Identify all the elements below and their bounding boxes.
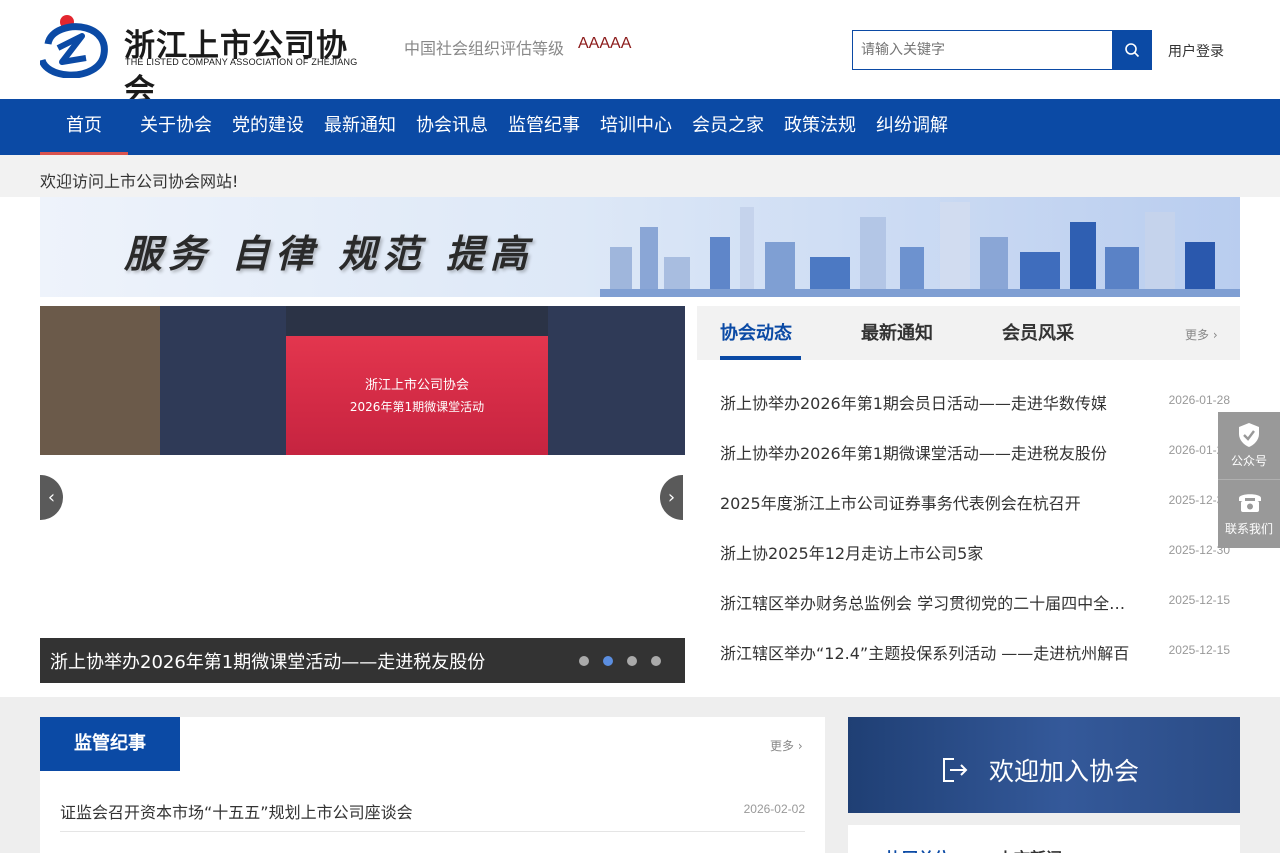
list-item[interactable]: 浙江辖区举办“12.4”主题投保系列活动 ——走进杭州解百 2025-12-15 [720,640,1240,664]
nav-item-about[interactable]: 关于协会 [130,99,222,155]
rating-label: 中国社会组织评估等级 [404,39,565,58]
slide-caption[interactable]: 浙上协举办2026年第1期微课堂活动——走进税友股份 [50,648,485,674]
nav-item-training[interactable]: 培训中心 [590,99,682,155]
welcome-text: 欢迎访问上市公司协会网站! [40,172,239,191]
tab-member-showcase[interactable]: 会员风采 [1002,319,1074,345]
search-button[interactable] [1112,30,1152,70]
news-title[interactable]: 浙上协2025年12月走访上市公司5家 [720,540,1130,564]
news-title[interactable]: 浙上协举办2026年第1期微课堂活动——走进税友股份 [720,440,1130,464]
news-tabs: 协会动态 最新通知 会员风采 更多 › [697,306,1240,360]
supervision-title-link[interactable]: 证监会召开资本市场“十五五”规划上市公司座谈会 [60,799,660,823]
chevron-right-icon: › [1212,328,1218,342]
lower-section: 监管纪事 更多 › 证监会召开资本市场“十五五”规划上市公司座谈会 2026-0… [0,697,1280,853]
tab-latest-notices[interactable]: 最新通知 [861,319,933,345]
news-date: 2025-12-15 [1168,593,1230,607]
nav-item-supervision[interactable]: 监管纪事 [498,99,590,155]
slider-next-button[interactable]: › [660,475,683,520]
list-item[interactable]: 2025年度浙江上市公司证券事务代表例会在杭召开 2025-12-31 [720,490,1240,514]
active-tab-indicator [720,356,801,360]
bottom-tabs: 协同单位 上市新闻 [848,825,1240,853]
nav-item-members[interactable]: 会员之家 [682,99,774,155]
news-title[interactable]: 浙江辖区举办财务总监例会 学习贯彻党的二十届四中全会精神 [720,590,1130,614]
photo-slider[interactable]: 浙江上市公司协会 2026年第1期微课堂活动 ‹ › 浙上协举办2026年第1期… [40,306,685,683]
slide-caption-bar: 浙上协举办2026年第1期微课堂活动——走进税友股份 [40,638,685,683]
side-item-label: 联系我们 [1224,522,1273,536]
list-item[interactable]: 证监会召开资本市场“十五五”规划上市公司座谈会 2026-02-02 [60,799,805,823]
nav-item-party[interactable]: 党的建设 [222,99,314,155]
nav-item-home[interactable]: 首页 [40,99,128,155]
phone-icon [1239,494,1261,512]
list-item[interactable]: 浙上协举办2026年第1期会员日活动——走进华数传媒 2026-01-28 [720,390,1240,414]
nav-item-news[interactable]: 协会讯息 [406,99,498,155]
side-float-toolbar: 公众号 联系我们 [1218,412,1280,548]
logo-subtitle: THE LISTED COMPANY ASSOCIATION OF ZHEJIA… [125,57,358,67]
slider-dot[interactable] [579,656,589,666]
news-date: 2026-01-28 [1168,393,1230,407]
slider-dot-active[interactable] [603,656,613,666]
nav-item-mediation[interactable]: 纠纷调解 [866,99,958,155]
news-title[interactable]: 浙江辖区举办“12.4”主题投保系列活动 ——走进杭州解百 [720,640,1130,664]
news-title[interactable]: 浙上协举办2026年第1期会员日活动——走进华数传媒 [720,390,1130,414]
search-input[interactable] [853,31,1112,69]
supervision-more-link[interactable]: 更多 › [770,737,803,754]
chevron-right-icon: › [797,739,803,753]
search-icon [1125,43,1140,58]
more-label: 更多 [770,739,795,753]
news-date: 2025-12-15 [1168,643,1230,657]
list-item[interactable]: 浙上协举办2026年第1期微课堂活动——走进税友股份 2026-01-27 [720,440,1240,464]
banner-slogan: 服务 自律 规范 提高 [124,232,534,276]
list-item[interactable]: 浙上协2025年12月走访上市公司5家 2025-12-30 [720,540,1240,564]
banner: 服务 自律 规范 提高 [40,197,1240,297]
news-title[interactable]: 2025年度浙江上市公司证券事务代表例会在杭召开 [720,490,1130,514]
welcome-bar: 欢迎访问上市公司协会网站! [0,155,1280,197]
side-item-wechat[interactable]: 公众号 [1218,412,1280,480]
list-item[interactable]: 浙江辖区举办财务总监例会 学习贯彻党的二十届四中全会精神 2025-12-15 [720,590,1240,614]
slider-dot[interactable] [651,656,661,666]
slider-prev-button[interactable]: ‹ [40,475,63,520]
slide-screen: 浙江上市公司协会 2026年第1期微课堂活动 [286,336,548,455]
news-more-link[interactable]: 更多 › [1185,326,1218,343]
supervision-title[interactable]: 监管纪事 [40,717,180,771]
side-item-contact[interactable]: 联系我们 [1218,480,1280,548]
search-box [852,30,1113,70]
supervision-date: 2026-02-02 [743,802,805,816]
nav-item-policy[interactable]: 政策法规 [774,99,866,155]
nav-item-notices[interactable]: 最新通知 [314,99,406,155]
divider [60,831,805,832]
login-link[interactable]: 用户登录 [1168,41,1224,61]
slide-screen-title: 浙江上市公司协会 [364,378,469,393]
chevron-right-icon: › [667,487,676,508]
site-logo[interactable]: 浙江上市公司协会 THE LISTED COMPANY ASSOCIATION … [40,14,360,109]
join-association-banner[interactable]: 欢迎加入协会 [848,717,1240,813]
slide-curtain-right [548,306,685,455]
supervision-panel: 监管纪事 更多 › 证监会召开资本市场“十五五”规划上市公司座谈会 2026-0… [40,717,825,853]
slide-curtain-left [160,306,286,455]
tab-partners[interactable]: 协同单位 [886,845,950,853]
rating-value: AAAAA [578,35,632,52]
city-skyline-image [600,202,1240,297]
side-item-label: 公众号 [1230,454,1267,468]
tab-listing-news[interactable]: 上市新闻 [998,845,1062,853]
slide-wall-left [40,306,160,455]
main-nav: 首页 关于协会 党的建设 最新通知 协会讯息 监管纪事 培训中心 会员之家 政策… [0,99,1280,155]
news-panel: 协会动态 最新通知 会员风采 更多 › 浙上协举办2026年第1期会员日活动——… [697,306,1240,683]
more-label: 更多 [1185,328,1210,342]
slider-dot[interactable] [627,656,637,666]
tab-association-news[interactable]: 协会动态 [720,319,792,345]
slide-image[interactable]: 浙江上市公司协会 2026年第1期微课堂活动 [40,306,685,455]
slide-screen-subtitle: 2026年第1期微课堂活动 [349,400,485,414]
join-label: 欢迎加入协会 [989,757,1140,786]
logo-mark-icon [40,15,108,78]
chevron-left-icon: ‹ [47,487,56,508]
site-header: 浙江上市公司协会 THE LISTED COMPANY ASSOCIATION … [0,0,1280,109]
shield-check-icon [1239,423,1259,447]
login-icon [943,758,968,782]
